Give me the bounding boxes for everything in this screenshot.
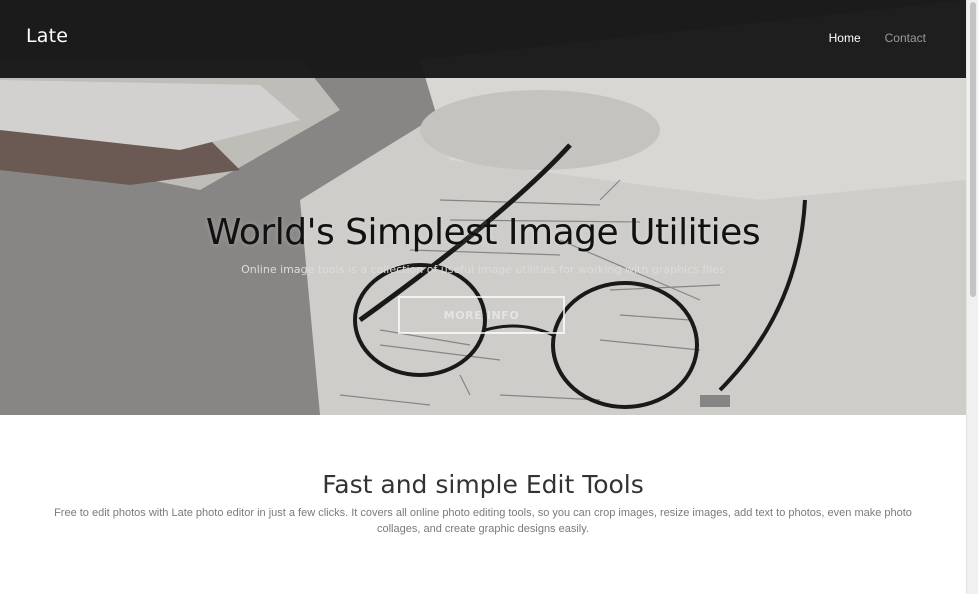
page: World's Simplest Image Utilities Online …: [0, 0, 966, 594]
nav-link-home[interactable]: Home: [829, 31, 861, 45]
hero-title: World's Simplest Image Utilities: [205, 212, 761, 253]
navbar: Late Home Contact: [0, 0, 966, 78]
vertical-scrollbar[interactable]: [966, 0, 978, 594]
hero-content: World's Simplest Image Utilities Online …: [0, 212, 966, 276]
nav-links: Home Contact: [829, 31, 926, 45]
scrollbar-thumb[interactable]: [970, 2, 976, 297]
brand-logo-link[interactable]: Late: [26, 25, 68, 47]
nav-link-contact[interactable]: Contact: [885, 31, 926, 45]
features-section: Fast and simple Edit Tools Free to edit …: [0, 415, 966, 594]
more-info-button[interactable]: MORE INFO: [398, 296, 565, 334]
features-title: Fast and simple Edit Tools: [322, 470, 644, 499]
features-description: Free to edit photos with Late photo edit…: [54, 507, 912, 535]
hero-subtitle: Online image tools is a collection of us…: [241, 263, 725, 276]
